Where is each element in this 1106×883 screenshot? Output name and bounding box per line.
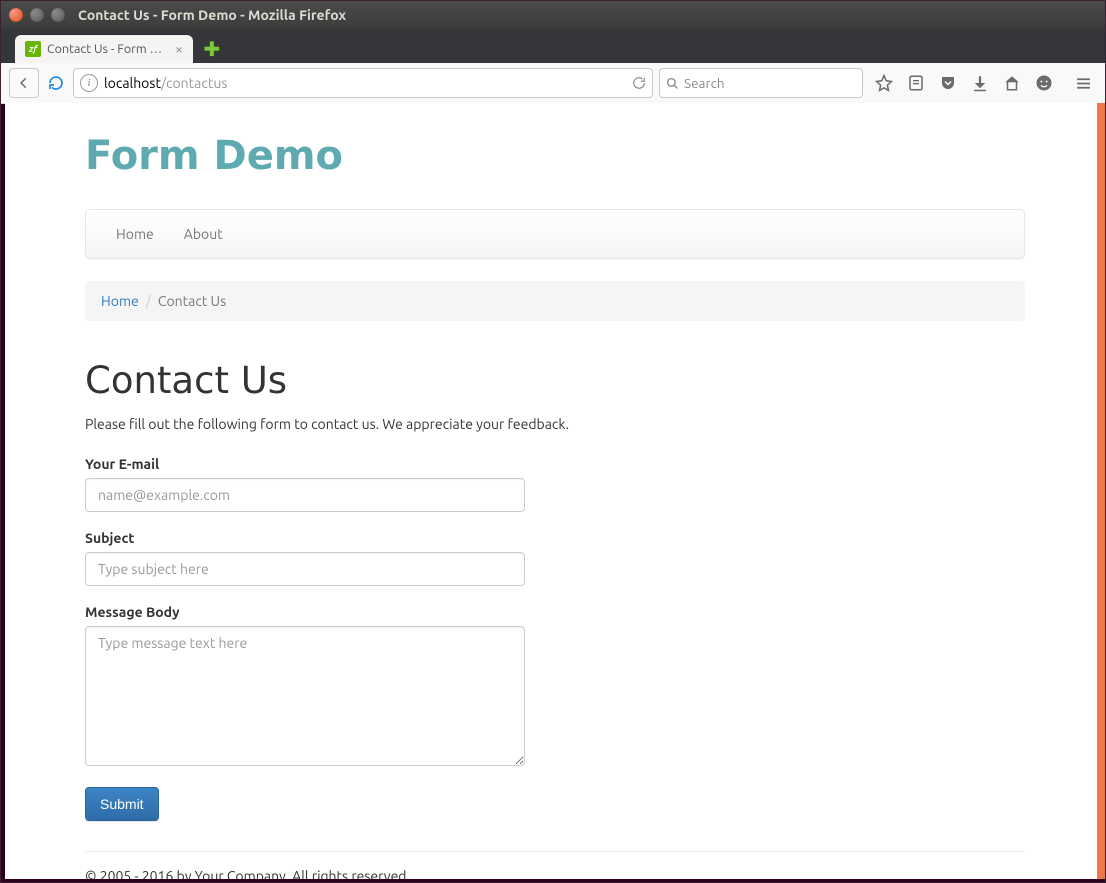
browser-tab[interactable]: zf Contact Us - Form D… × <box>15 35 193 63</box>
main-nav: Home About <box>85 209 1025 259</box>
smiley-icon[interactable] <box>1035 74 1053 92</box>
tab-strip: zf Contact Us - Form D… × ✚ <box>1 29 1105 63</box>
site-info-icon[interactable]: i <box>80 74 98 92</box>
url-host: localhost <box>104 75 161 91</box>
search-placeholder: Search <box>684 75 725 91</box>
downloads-icon[interactable] <box>971 74 989 92</box>
email-label: Your E-mail <box>85 456 1025 472</box>
url-reload-icon[interactable] <box>632 76 646 90</box>
scrollbar[interactable] <box>1097 103 1105 879</box>
subject-label: Subject <box>85 530 1025 546</box>
zend-favicon-icon: zf <box>25 41 41 57</box>
bookmark-star-icon[interactable] <box>875 74 893 92</box>
body-label: Message Body <box>85 604 1025 620</box>
window-titlebar: Contact Us - Form Demo - Mozilla Firefox <box>1 1 1105 29</box>
new-tab-button[interactable]: ✚ <box>201 38 223 60</box>
reading-list-icon[interactable] <box>907 74 925 92</box>
breadcrumb-current: Contact Us <box>158 293 226 309</box>
submit-button[interactable]: Submit <box>85 787 159 821</box>
window-minimize-button[interactable] <box>30 8 44 22</box>
email-field[interactable] <box>85 478 525 512</box>
breadcrumb-separator: / <box>146 293 151 309</box>
browser-viewport: Form Demo Home About Home / Contact Us Con… <box>5 103 1105 879</box>
arrow-left-icon <box>17 76 31 90</box>
page-lead: Please fill out the following form to co… <box>85 416 1025 432</box>
subject-field[interactable] <box>85 552 525 586</box>
window-close-button[interactable] <box>9 8 23 22</box>
page-title: Contact Us <box>85 359 1025 402</box>
window-title: Contact Us - Form Demo - Mozilla Firefox <box>78 7 346 23</box>
footer-text: © 2005 - 2016 by Your Company. All right… <box>85 868 1025 879</box>
url-bar[interactable]: i localhost/contactus <box>73 68 653 98</box>
window-maximize-button[interactable] <box>51 8 65 22</box>
nav-item-about[interactable]: About <box>169 210 238 258</box>
tab-label: Contact Us - Form D… <box>47 42 167 56</box>
firefox-window: Contact Us - Form Demo - Mozilla Firefox… <box>0 0 1106 883</box>
url-path: /contactus <box>161 75 227 91</box>
back-button[interactable] <box>9 68 39 98</box>
search-icon <box>666 77 679 90</box>
reload-button[interactable] <box>45 72 67 94</box>
pocket-icon[interactable] <box>939 74 957 92</box>
hamburger-icon <box>1075 75 1092 92</box>
tab-close-icon[interactable]: × <box>175 42 183 56</box>
breadcrumb: Home / Contact Us <box>85 281 1025 321</box>
message-body-field[interactable] <box>85 626 525 766</box>
home-icon[interactable] <box>1003 74 1021 92</box>
browser-toolbar: i localhost/contactus Search <box>1 63 1105 104</box>
site-brand: Form Demo <box>85 133 1025 179</box>
menu-button[interactable] <box>1069 69 1097 97</box>
plus-icon: ✚ <box>204 37 221 61</box>
breadcrumb-home-link[interactable]: Home <box>101 293 139 309</box>
contact-form: Your E-mail Subject Message Body Submit <box>85 456 1025 821</box>
reload-icon <box>48 75 64 91</box>
nav-item-home[interactable]: Home <box>86 210 169 258</box>
search-bar[interactable]: Search <box>659 68 863 98</box>
footer-separator <box>85 851 1025 852</box>
toolbar-icons <box>875 74 1053 92</box>
